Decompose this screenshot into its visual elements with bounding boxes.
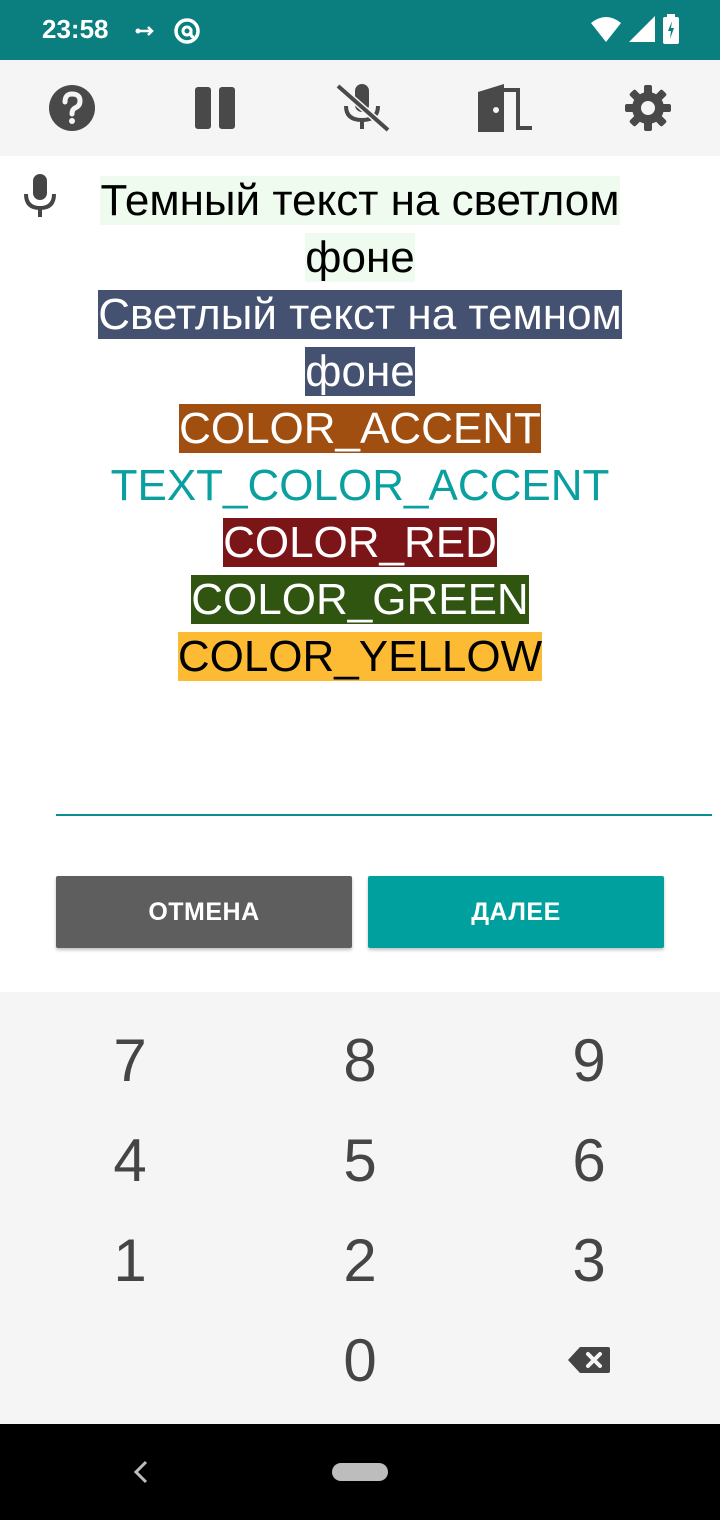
key-3[interactable]: 3 <box>529 1220 649 1300</box>
line-text: COLOR_RED <box>223 518 497 567</box>
pause-button[interactable] <box>192 84 240 132</box>
line-color-yellow: COLOR_YELLOW <box>70 628 650 685</box>
line-text: COLOR_GREEN <box>191 575 529 624</box>
signal-icon <box>629 16 655 42</box>
key-0[interactable]: 0 <box>300 1320 420 1400</box>
pause-icon <box>195 87 235 129</box>
help-circle-icon <box>49 85 95 131</box>
line-color-red: COLOR_RED <box>70 514 650 571</box>
answer-input[interactable] <box>56 814 712 816</box>
gear-icon <box>625 85 671 131</box>
key-8[interactable]: 8 <box>300 1020 420 1100</box>
next-button[interactable]: ДАЛЕЕ <box>368 876 664 948</box>
line-color-green: COLOR_GREEN <box>70 571 650 628</box>
line-text: COLOR_ACCENT <box>179 404 541 453</box>
line-text: Светлый текст на темном фоне <box>98 290 622 396</box>
at-sign-icon <box>174 18 201 44</box>
backspace-key[interactable] <box>529 1320 649 1400</box>
key-7[interactable]: 7 <box>70 1020 190 1100</box>
mic-off-button[interactable] <box>332 83 392 133</box>
exit-button[interactable] <box>474 84 534 132</box>
usb-icon <box>135 26 154 36</box>
help-button[interactable] <box>48 84 96 132</box>
battery-icon <box>663 14 679 44</box>
settings-button[interactable] <box>624 84 672 132</box>
key-6[interactable]: 6 <box>529 1120 649 1200</box>
line-dark-on-light: Темный текст на светлом фоне <box>70 172 650 286</box>
line-text: TEXT_COLOR_ACCENT <box>110 461 610 510</box>
key-4[interactable]: 4 <box>70 1120 190 1200</box>
home-pill-icon[interactable] <box>332 1463 388 1481</box>
cancel-button[interactable]: ОТМЕНА <box>56 876 352 948</box>
key-9[interactable]: 9 <box>529 1020 649 1100</box>
status-right-icons <box>590 14 680 44</box>
mic-icon <box>24 174 56 217</box>
status-left-icons <box>134 16 202 46</box>
line-text: COLOR_YELLOW <box>177 632 543 681</box>
key-2[interactable]: 2 <box>300 1220 420 1300</box>
status-time: 23:58 <box>42 14 109 44</box>
color-sample-lines: Темный текст на светлом фоне Светлый тек… <box>70 172 650 685</box>
wifi-icon <box>591 17 621 42</box>
mic-off-icon <box>335 83 391 133</box>
exit-door-icon <box>478 84 532 132</box>
backspace-icon <box>568 1347 610 1373</box>
key-1[interactable]: 1 <box>70 1220 190 1300</box>
back-chevron-icon[interactable] <box>128 1456 152 1488</box>
line-color-accent: COLOR_ACCENT <box>70 400 650 457</box>
toolbar <box>0 60 720 156</box>
line-light-on-dark: Светлый текст на темном фоне <box>70 286 650 400</box>
line-text: Темный текст на светлом фоне <box>100 176 620 282</box>
line-text-color-accent: TEXT_COLOR_ACCENT <box>70 457 650 514</box>
numeric-keypad: 7 8 9 4 5 6 1 2 3 0 <box>0 992 720 1424</box>
key-5[interactable]: 5 <box>300 1120 420 1200</box>
status-bar: 23:58 <box>0 0 720 60</box>
